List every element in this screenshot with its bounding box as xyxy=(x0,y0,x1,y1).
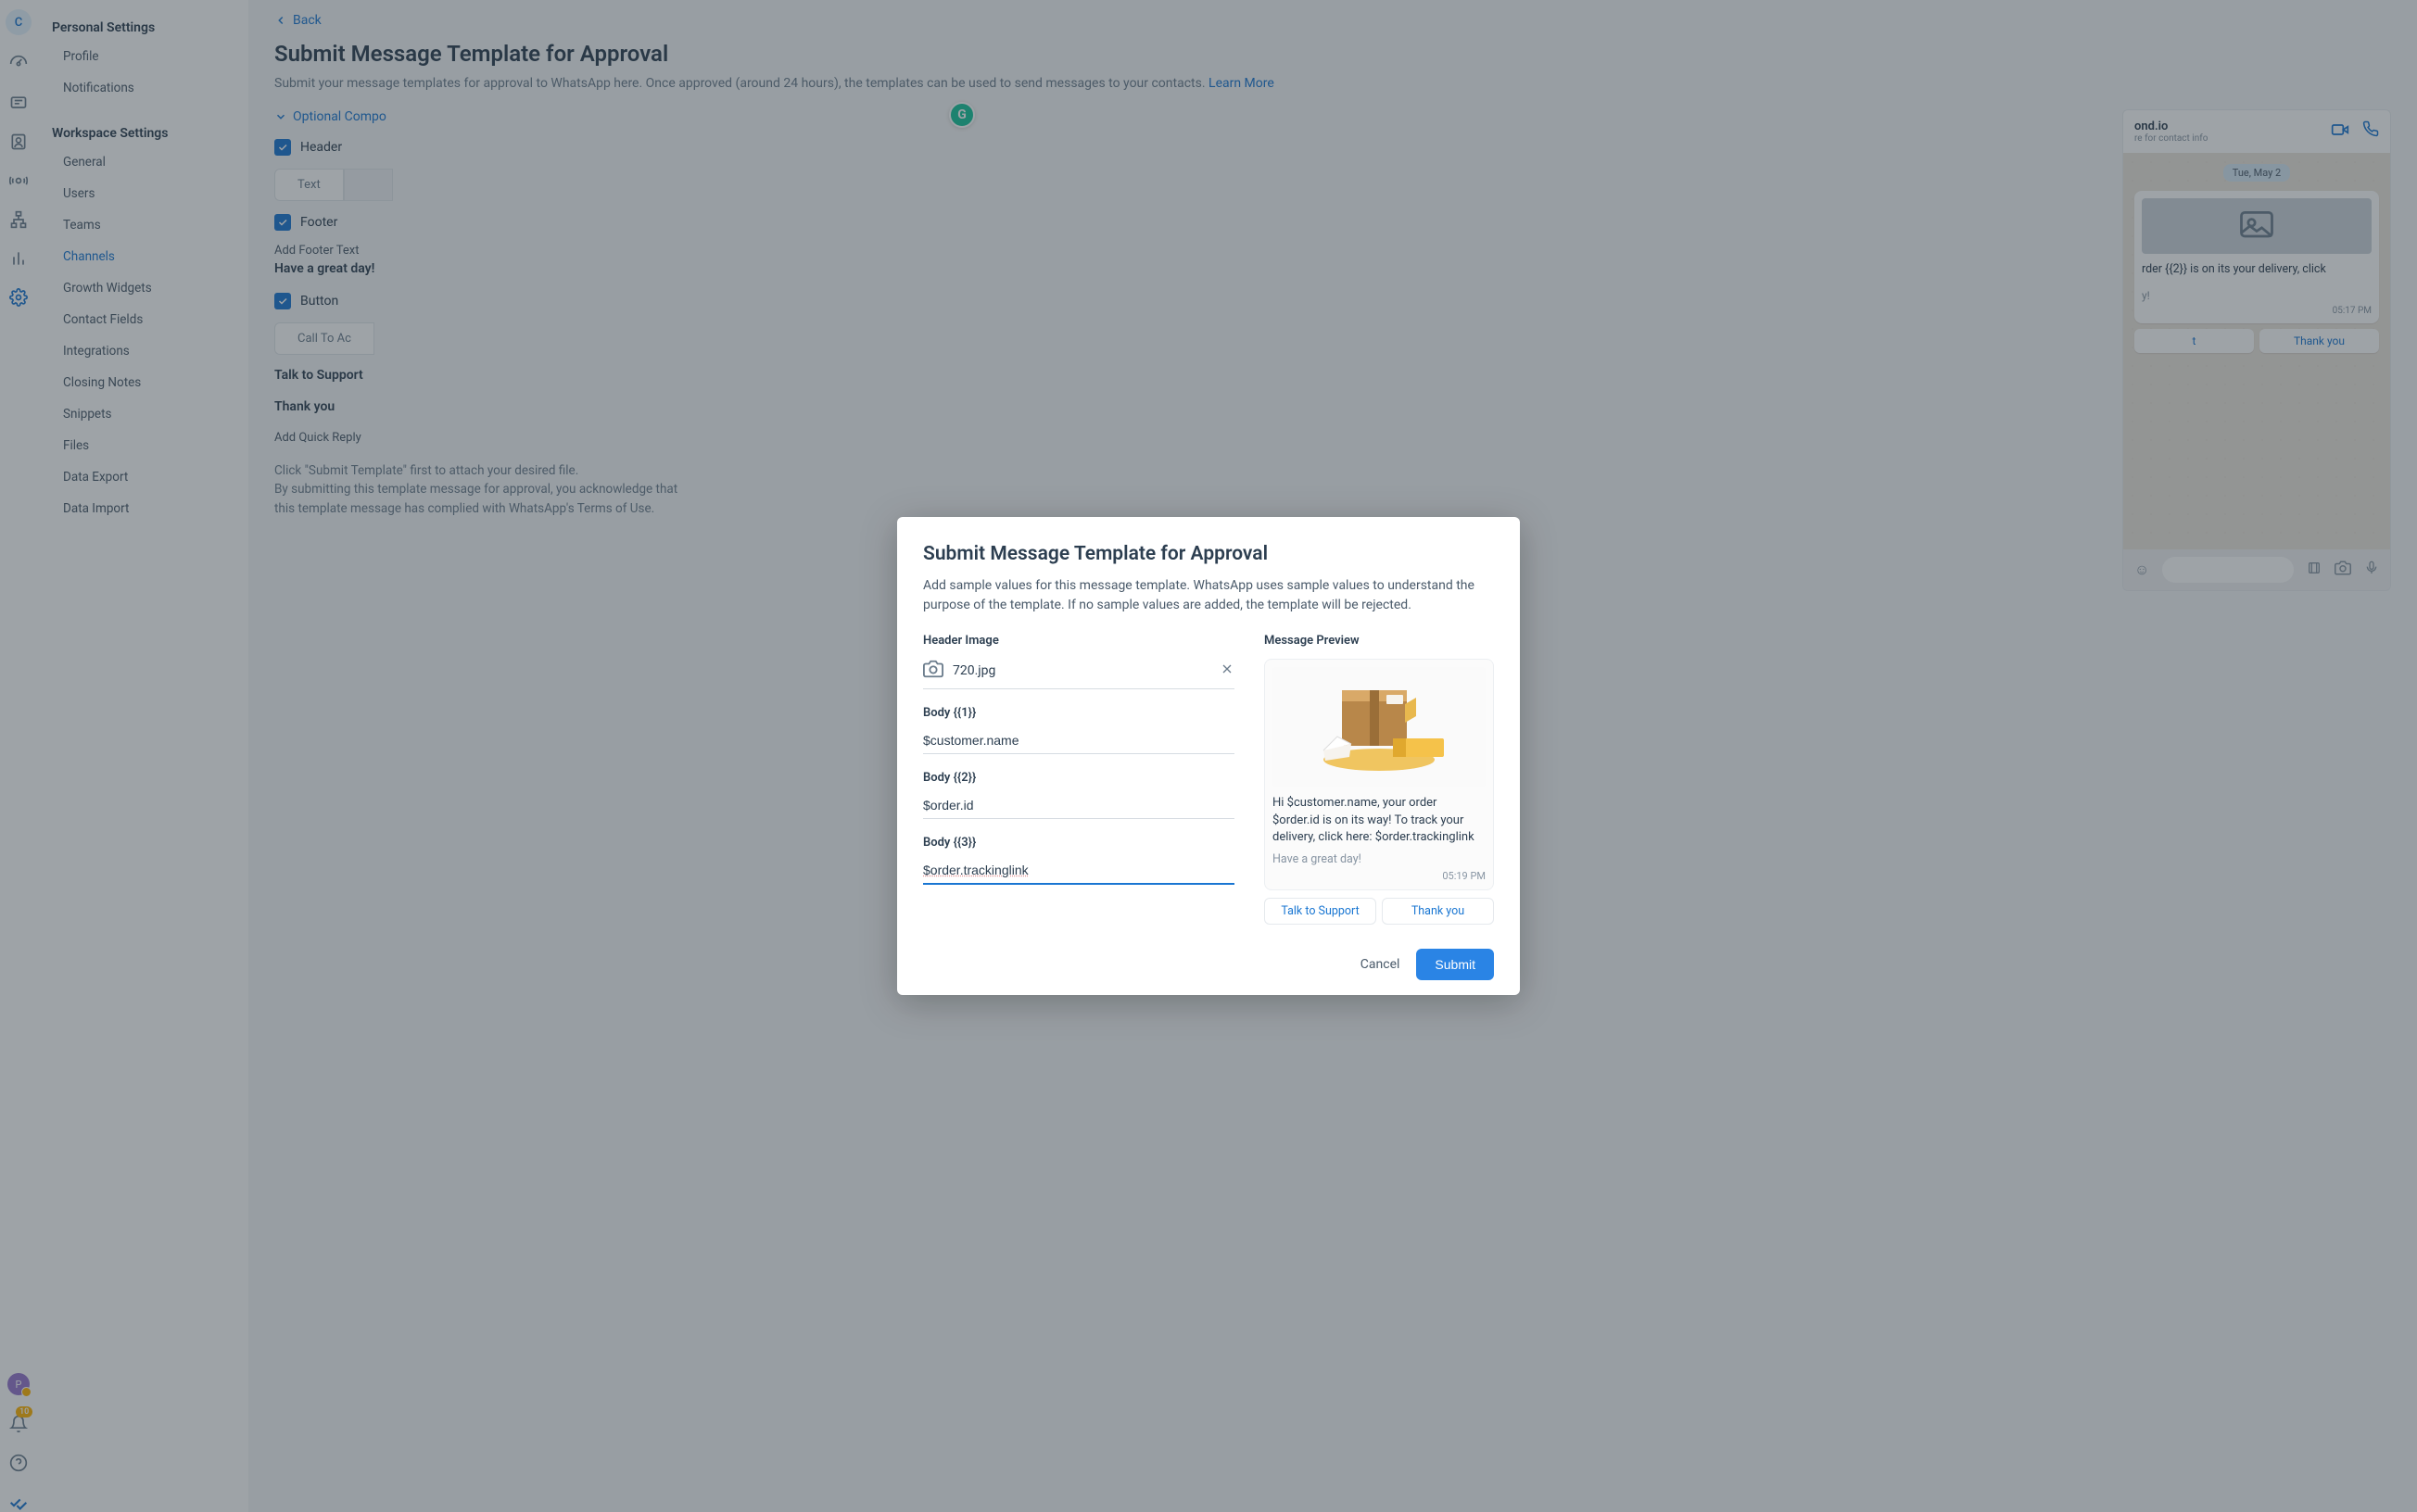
modal-cancel-button[interactable]: Cancel xyxy=(1360,957,1400,972)
modal-title: Submit Message Template for Approval xyxy=(923,543,1494,565)
camera-icon[interactable] xyxy=(923,659,943,683)
body3-label: Body {{3}} xyxy=(923,836,1234,850)
submit-template-modal: Submit Message Template for Approval Add… xyxy=(897,517,1520,996)
body1-input[interactable] xyxy=(923,727,1234,754)
header-image-label: Header Image xyxy=(923,634,1234,648)
file-name: 720.jpg xyxy=(953,663,1210,678)
preview-quick-reply-1: Talk to Support xyxy=(1264,898,1376,925)
preview-footer: Have a great day! xyxy=(1272,852,1486,866)
clear-file-icon[interactable] xyxy=(1220,662,1234,680)
message-preview-label: Message Preview xyxy=(1264,634,1494,648)
preview-body: Hi $customer.name, your order $order.id … xyxy=(1272,795,1486,848)
preview-image xyxy=(1272,667,1486,788)
preview-timestamp: 05:19 PM xyxy=(1272,870,1486,882)
preview-quick-reply-2: Thank you xyxy=(1382,898,1494,925)
modal-overlay: Submit Message Template for Approval Add… xyxy=(0,0,2417,1512)
body2-input[interactable] xyxy=(923,792,1234,819)
body1-label: Body {{1}} xyxy=(923,706,1234,720)
modal-description: Add sample values for this message templ… xyxy=(923,576,1494,615)
body3-input[interactable] xyxy=(923,857,1234,885)
modal-submit-button[interactable]: Submit xyxy=(1416,949,1494,980)
body2-label: Body {{2}} xyxy=(923,771,1234,785)
